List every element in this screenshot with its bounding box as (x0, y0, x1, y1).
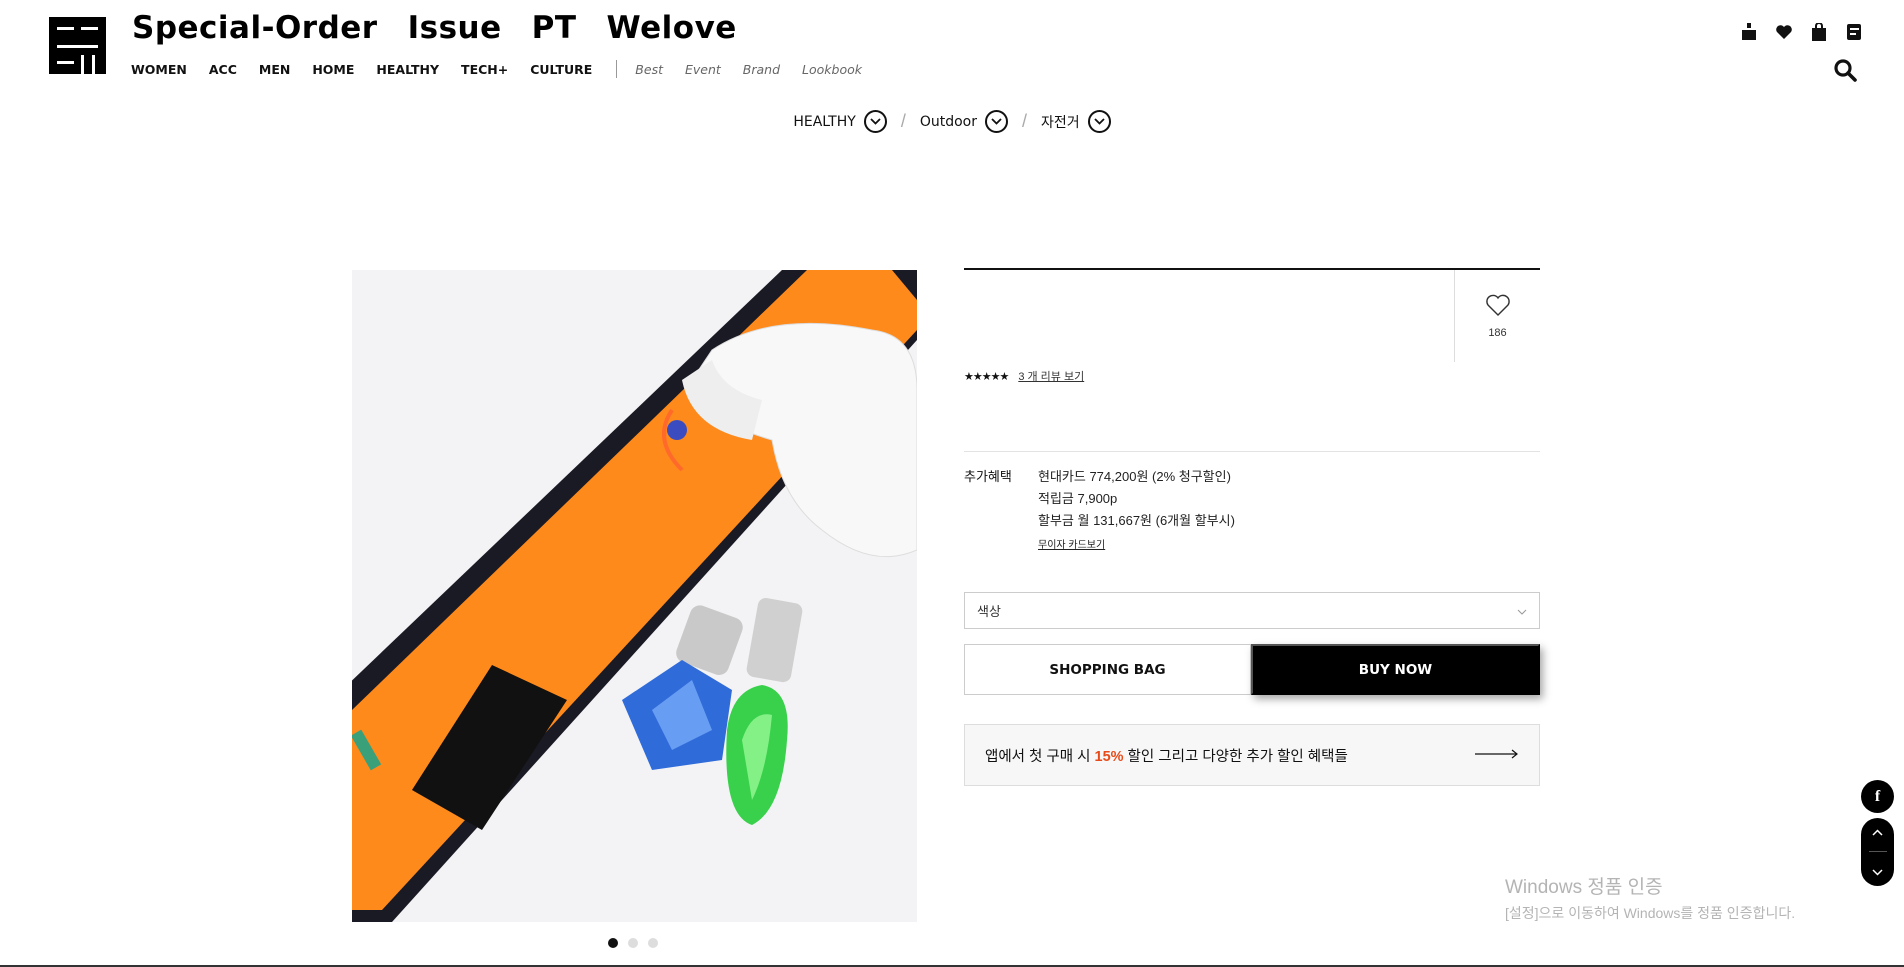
chevron-down-icon[interactable] (984, 110, 1008, 133)
product-info-panel: 186 ★★★★★ 3 개 리뷰 보기 추가혜택 현대카드 774,200원 (… (964, 268, 1540, 786)
promo-prefix: 앱에서 첫 구매 시 (985, 748, 1095, 765)
shopping-bag-button[interactable]: SHOPPING BAG (964, 644, 1251, 695)
nav-divider (616, 60, 618, 78)
brand-link-welove[interactable]: Welove (607, 10, 737, 46)
color-option-placeholder: 색상 (977, 604, 1001, 619)
watermark-subtitle: [설정]으로 이동하여 Windows를 정품 인증합니다. (1505, 905, 1796, 921)
breadcrumb: HEALTHY / Outdoor / 자전거 (0, 110, 1904, 133)
benefit-points: 적립금 7,900p (1038, 491, 1118, 506)
site-logo[interactable] (49, 17, 106, 74)
promo-suffix: 할인 그리고 다양한 추가 할인 혜택들 (1123, 748, 1348, 765)
app-promo-banner[interactable]: 앱에서 첫 구매 시 15% 할인 그리고 다양한 추가 할인 혜택들 (964, 724, 1540, 786)
benefit-installment: 할부금 월 131,667원 (6개월 할부시) (1038, 513, 1235, 528)
breadcrumb-separator: / (1021, 111, 1027, 131)
nav-event[interactable]: Event (685, 62, 721, 77)
image-carousel-dots (608, 938, 658, 948)
main-nav: WOMEN ACC MEN HOME HEALTHY TECH+ CULTURE… (131, 60, 884, 78)
extra-benefits: 추가혜택 현대카드 774,200원 (2% 청구할인) 적립금 7,900p … (964, 466, 1235, 551)
search-icon[interactable] (1833, 58, 1857, 82)
breadcrumb-item-bicycle[interactable]: 자전거 (1041, 110, 1111, 133)
nav-healthy[interactable]: HEALTHY (376, 62, 439, 77)
nav-acc[interactable]: ACC (209, 62, 237, 77)
nav-culture[interactable]: CULTURE (530, 62, 592, 77)
chevron-down-icon[interactable] (863, 110, 887, 133)
wishlist-button[interactable]: 186 (1454, 270, 1540, 362)
rating-stars: ★★★★★ (964, 370, 1009, 383)
nav-tech[interactable]: TECH+ (461, 62, 508, 77)
nav-women[interactable]: WOMEN (131, 62, 187, 77)
carousel-dot[interactable] (628, 938, 638, 948)
facebook-share-button[interactable]: f (1861, 780, 1894, 813)
like-count: 186 (1488, 326, 1507, 339)
carousel-dot[interactable] (648, 938, 658, 948)
scroll-divider (1868, 851, 1887, 853)
breadcrumb-item-healthy[interactable]: HEALTHY (793, 110, 887, 133)
nav-home[interactable]: HOME (312, 62, 354, 77)
heart-outline-icon (1485, 294, 1511, 322)
benefits-label: 추가혜택 (964, 469, 1012, 484)
product-image[interactable] (352, 270, 917, 922)
breadcrumb-separator: / (900, 111, 906, 131)
windows-activation-watermark: Windows 정품 인증 [설정]으로 이동하여 Windows를 정품 인증… (1505, 872, 1795, 923)
carousel-dot[interactable] (608, 938, 618, 948)
brand-link-pt[interactable]: PT (532, 10, 577, 46)
buy-now-button[interactable]: BUY NOW (1251, 644, 1540, 695)
nav-best[interactable]: Best (635, 62, 663, 77)
header-icons (1738, 21, 1864, 42)
top-brand-links: Special-Order Issue PT Welove (132, 10, 737, 46)
review-link[interactable]: 3 개 리뷰 보기 (1018, 368, 1084, 384)
promo-highlight: 15% (1094, 748, 1124, 765)
breadcrumb-label: 자전거 (1041, 114, 1080, 131)
promo-text: 앱에서 첫 구매 시 15% 할인 그리고 다양한 추가 할인 혜택들 (985, 745, 1348, 766)
nav-men[interactable]: MEN (259, 62, 290, 77)
shopping-bag-icon[interactable] (1808, 21, 1829, 42)
scroll-controls (1861, 818, 1894, 886)
scroll-down-icon[interactable] (1872, 863, 1883, 881)
purchase-buttons: SHOPPING BAG BUY NOW (964, 644, 1540, 695)
mypage-icon[interactable] (1738, 21, 1759, 42)
benefits-divider (964, 451, 1540, 452)
chevron-down-icon[interactable] (1087, 110, 1111, 133)
nav-lookbook[interactable]: Lookbook (802, 62, 862, 77)
scroll-up-icon[interactable] (1872, 823, 1883, 841)
watermark-title: Windows 정품 인증 (1505, 877, 1663, 898)
color-option-select[interactable]: 색상 (964, 592, 1540, 629)
breadcrumb-label: Outdoor (919, 113, 977, 130)
breadcrumb-label: HEALTHY (793, 113, 856, 130)
brand-link-special-order[interactable]: Special-Order (132, 10, 378, 46)
nav-brand[interactable]: Brand (743, 62, 780, 77)
arrow-right-icon (1475, 747, 1519, 763)
benefit-card-discount: 현대카드 774,200원 (2% 청구할인) (1038, 469, 1231, 484)
brand-link-issue[interactable]: Issue (408, 10, 502, 46)
rating-row: ★★★★★ 3 개 리뷰 보기 (964, 368, 1084, 384)
breadcrumb-item-outdoor[interactable]: Outdoor (920, 110, 1008, 133)
heart-icon[interactable] (1773, 21, 1794, 42)
interest-free-card-link[interactable]: 무이자 카드보기 (1038, 536, 1235, 551)
chevron-down-icon (1517, 603, 1527, 618)
menu-icon[interactable] (1843, 21, 1864, 42)
